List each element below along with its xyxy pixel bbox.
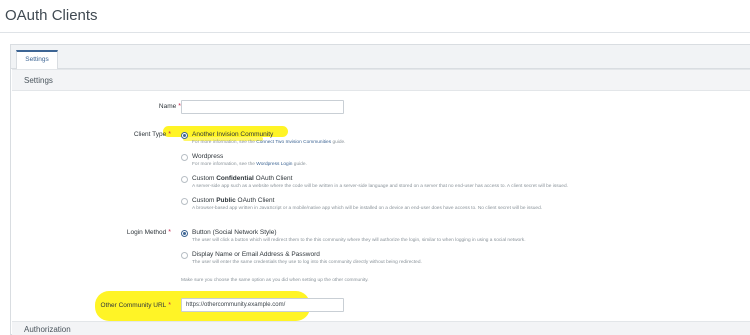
login-method-note: Make sure you choose the same option as …	[181, 278, 369, 283]
option-description: The user will click a button which will …	[192, 238, 526, 243]
option-description: A server-side app such as a website wher…	[192, 184, 568, 189]
title-divider	[0, 32, 750, 33]
radio-checked[interactable]	[181, 230, 188, 237]
name-input[interactable]	[181, 100, 344, 114]
guide-link-connect[interactable]: Connect Two Invision Communities	[256, 140, 331, 145]
login-method-label: Login Method *	[126, 229, 171, 236]
settings-panel: Settings Settings Name * Client Type * Ano…	[10, 44, 750, 335]
guide-link-wordpress[interactable]: Wordpress Login	[256, 162, 292, 167]
radio-checked[interactable]	[181, 132, 188, 139]
page-title: OAuth Clients	[5, 7, 98, 24]
client-type-label: Client Type *	[133, 131, 171, 138]
tab-bar: Settings	[11, 45, 750, 70]
option-description: The user will enter the same credentials…	[192, 260, 422, 265]
radio-unchecked[interactable]	[181, 176, 188, 183]
option-description: For more information, see the Wordpress …	[192, 162, 307, 167]
radio-unchecked[interactable]	[181, 198, 188, 205]
other-url-input[interactable]: https://othercommunity.example.com/	[181, 298, 344, 312]
radio-unchecked[interactable]	[181, 154, 188, 161]
option-description: A browser-based app written in JavaScrip…	[192, 206, 543, 211]
other-url-label: Other Community URL *	[100, 302, 171, 309]
tab-settings[interactable]: Settings	[16, 50, 58, 70]
name-label: Name *	[158, 103, 181, 110]
option-description: For more information, see the Connect Tw…	[192, 140, 346, 145]
radio-unchecked[interactable]	[181, 252, 188, 259]
section-header-authorization: Authorization	[12, 321, 750, 335]
section-header-settings: Settings	[12, 69, 750, 91]
